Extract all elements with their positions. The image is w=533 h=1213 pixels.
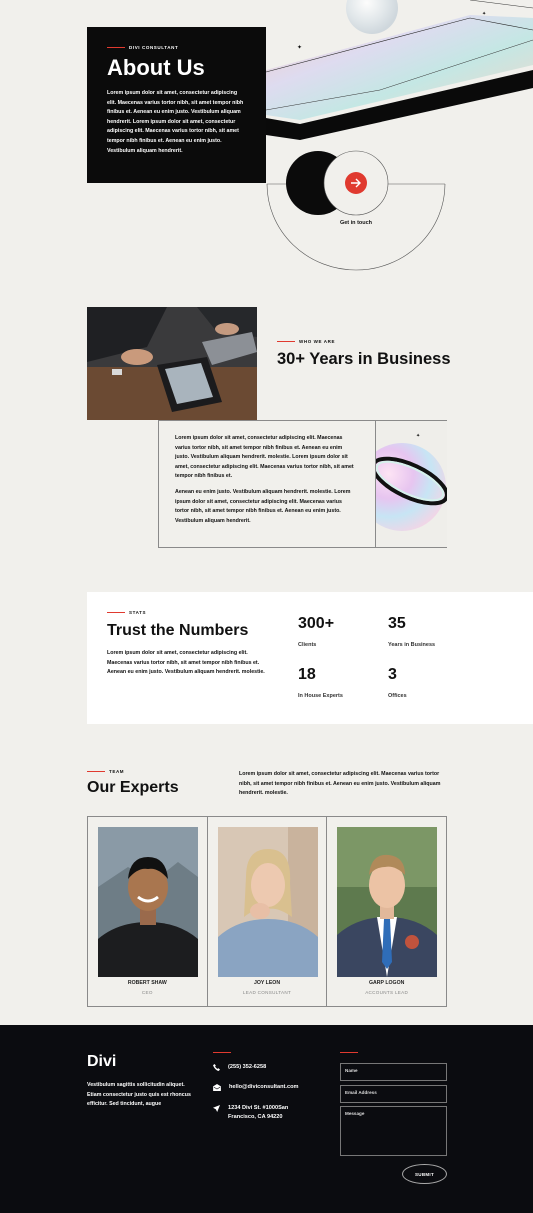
name-field[interactable]: Name — [340, 1063, 447, 1081]
stat-clients: 300+ Clients — [298, 615, 334, 648]
stat-number: 300+ — [298, 615, 335, 632]
accent-line — [213, 1052, 231, 1053]
stats-text: Lorem ipsum dolor sit amet, consectetur … — [107, 650, 265, 676]
svg-text:✦: ✦ — [482, 11, 486, 17]
experts-eyebrow: Team — [109, 769, 125, 774]
stat-experts: 18 In House Experts — [298, 666, 343, 699]
experts-text: Lorem ipsum dolor sit amet, consectetur … — [239, 771, 441, 797]
expert-card[interactable]: GARP LOGON ACCOUNTS LEAD — [327, 817, 446, 1006]
footer-text: Vestibulum sagittis sollicitudin aliquet… — [87, 1082, 191, 1108]
footer-logo[interactable]: Divi — [87, 1053, 116, 1071]
stat-label: In House Experts — [298, 693, 343, 699]
envelope-icon — [213, 1084, 221, 1091]
accent-line — [340, 1052, 358, 1053]
experts-title: Our Experts — [87, 779, 179, 796]
expert-card[interactable]: JOY LEON LEAD CONSULTANT — [208, 817, 328, 1006]
stat-label: Offices — [388, 693, 407, 699]
meeting-image — [87, 307, 257, 420]
expert-role: CEO — [141, 990, 153, 995]
phone-icon — [213, 1064, 220, 1071]
footer-phone[interactable]: (255) 352-6258 — [213, 1063, 266, 1072]
hero-eyebrow: Divi Consultant — [129, 45, 179, 50]
experts-grid: ROBERT SHAW CEO JOY LEON LEAD CONSULTANT — [87, 816, 447, 1007]
years-paragraph-2: Aenean eu enim justo. Vestibulum aliquam… — [175, 488, 351, 524]
years-paragraph-1: Lorem ipsum dolor sit amet, consectetur … — [175, 435, 354, 480]
expert-role: LEAD CONSULTANT — [242, 990, 292, 995]
years-image-panel: ✦ — [375, 421, 447, 547]
expert-photo — [98, 827, 198, 977]
stats-title: Trust the Numbers — [107, 622, 249, 639]
email-text: hello@diviconsultant.com — [229, 1084, 299, 1090]
phone-text: (255) 352-6258 — [228, 1064, 267, 1070]
portrait-image — [217, 827, 318, 977]
accent-line — [107, 612, 125, 614]
expert-role: ACCOUNTS LEAD — [365, 990, 409, 995]
stat-number: 35 — [388, 615, 406, 632]
accent-line — [107, 47, 125, 49]
stat-number: 3 — [388, 666, 397, 683]
accent-line — [277, 341, 295, 343]
hero-card: Divi Consultant About Us Lorem ipsum dol… — [87, 27, 266, 183]
page-title: About Us — [107, 55, 205, 80]
years-eyebrow: Who we are — [299, 339, 336, 344]
svg-text:✦: ✦ — [297, 44, 302, 51]
arrow-right-icon — [351, 178, 361, 188]
portrait-image — [98, 827, 198, 977]
stats-eyebrow: Stats — [129, 610, 147, 615]
email-field[interactable]: Email Address — [340, 1085, 447, 1103]
expert-photo — [217, 827, 318, 977]
submit-button[interactable]: SUBMIT — [402, 1164, 447, 1184]
get-in-touch-button[interactable] — [345, 172, 367, 194]
stat-years: 35 Years in Business — [388, 615, 435, 648]
expert-photo — [337, 827, 438, 977]
message-field[interactable]: Message — [340, 1106, 447, 1156]
address-text: 1234 Divi St. #1000San Francisco, CA 942… — [228, 1105, 289, 1120]
meeting-photo — [87, 307, 257, 420]
stat-offices: 3 Offices — [388, 666, 407, 699]
expert-name: JOY LEON — [253, 980, 281, 986]
holographic-sphere-image: ✦ — [376, 433, 447, 531]
stat-number: 18 — [298, 666, 316, 683]
footer-address: 1234 Divi St. #1000San Francisco, CA 942… — [213, 1104, 313, 1122]
footer-email[interactable]: hello@diviconsultant.com — [213, 1083, 298, 1092]
years-title: 30+ Years in Business — [277, 350, 451, 368]
hero-text: Lorem ipsum dolor sit amet, consectetur … — [107, 90, 244, 154]
expert-card[interactable]: ROBERT SHAW CEO — [88, 817, 208, 1006]
get-in-touch-label[interactable]: Get in touch — [326, 220, 386, 226]
expert-name: ROBERT SHAW — [127, 980, 167, 986]
portrait-image — [337, 827, 438, 977]
expert-name: GARP LOGON — [369, 980, 405, 986]
hero-decorative-art: ✦ ✦ — [265, 0, 533, 271]
svg-text:✦: ✦ — [416, 433, 420, 439]
location-arrow-icon — [213, 1105, 220, 1112]
accent-line — [87, 771, 105, 773]
stat-label: Years in Business — [388, 642, 436, 648]
stat-label: Clients — [298, 642, 317, 648]
